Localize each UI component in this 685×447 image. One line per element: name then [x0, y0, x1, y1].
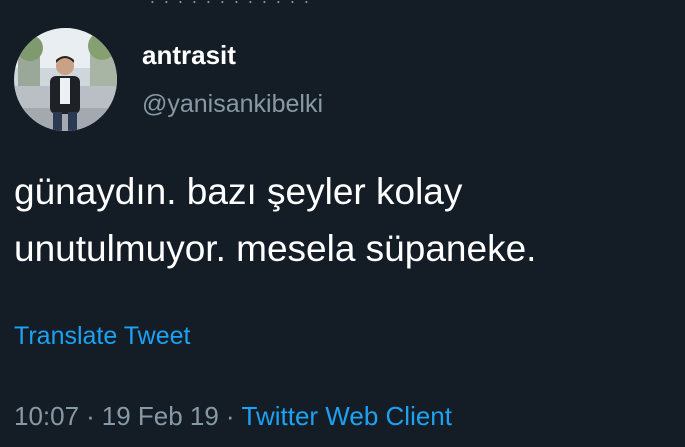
tweet-text: günaydın. bazı şeyler kolay unutulmuyor.… [14, 171, 537, 269]
tweet-metadata: 10:07 · 19 Feb 19 · Twitter Web Client [14, 401, 452, 432]
meta-separator: · [86, 401, 95, 431]
tweet-time: 10:07 [14, 401, 80, 431]
previous-content-edge: ∙ ∙ ∙ ∙ ∙ ∙ ∙ ∙ ∙ ∙ ∙ ∙ [150, 0, 312, 10]
source-client-link[interactable]: Twitter Web Client [242, 401, 452, 431]
avatar[interactable] [14, 28, 117, 131]
display-name[interactable]: antrasit [142, 40, 236, 71]
user-handle[interactable]: @yanisankibelki [142, 90, 323, 119]
meta-separator: · [225, 401, 235, 431]
tweet-date: 19 Feb 19 [101, 401, 219, 431]
translate-tweet-link[interactable]: Translate Tweet [14, 322, 190, 351]
